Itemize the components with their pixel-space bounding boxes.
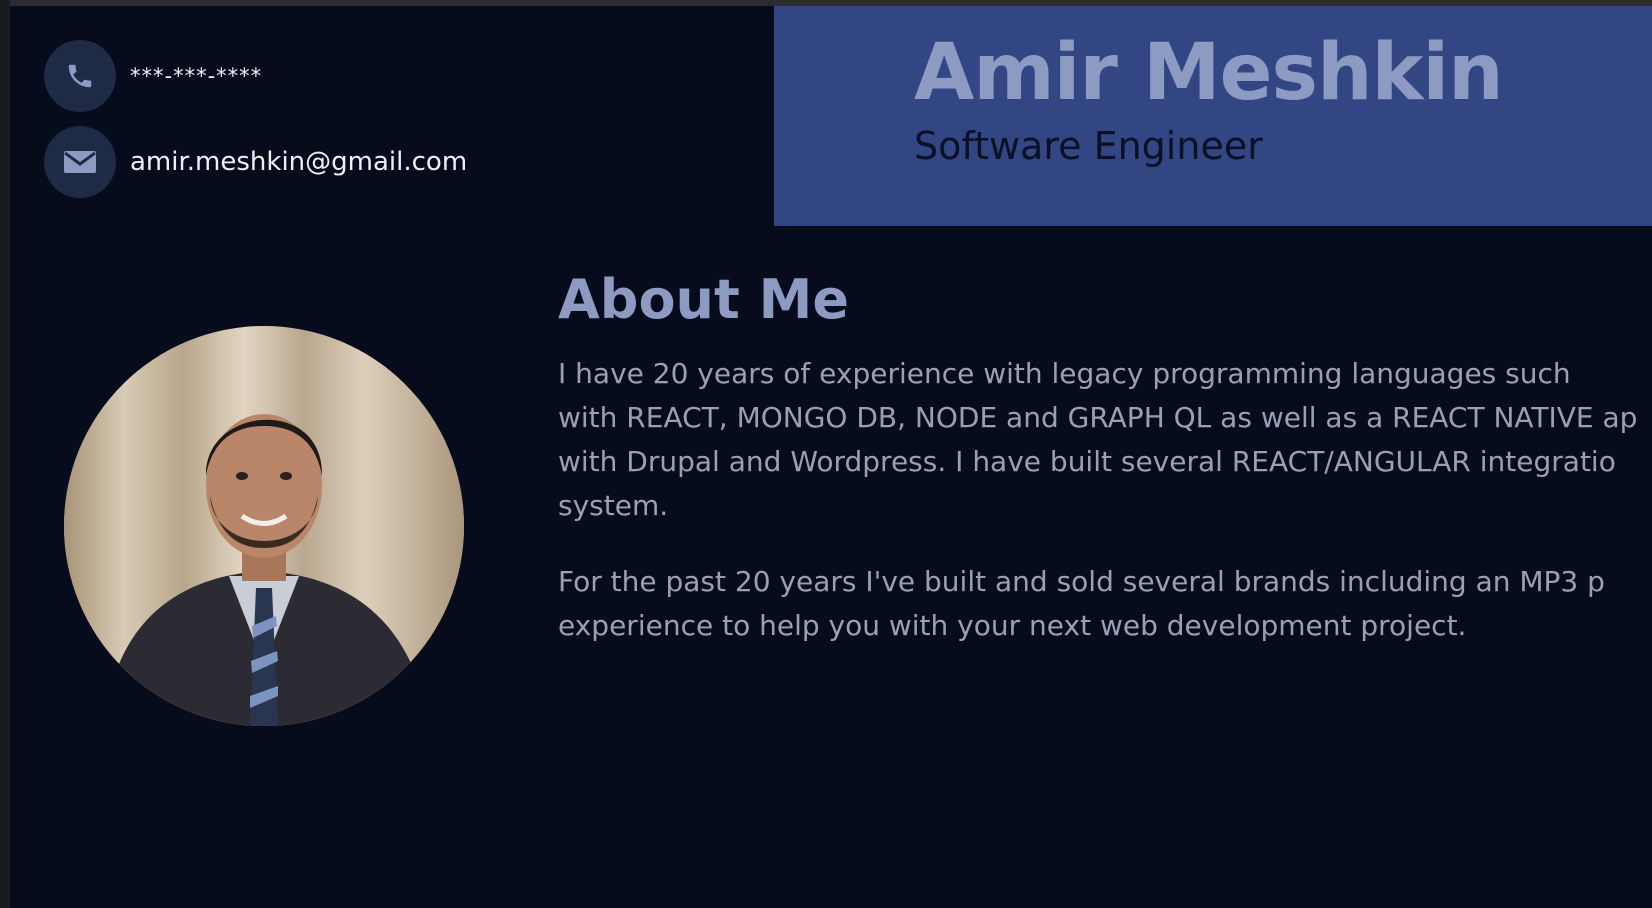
contact-phone: ***-***-**** (44, 40, 262, 112)
about-paragraph-1: I have 20 years of experience with legac… (558, 352, 1652, 528)
job-title: Software Engineer (914, 124, 1263, 168)
about-line: For the past 20 years I've built and sol… (558, 565, 1605, 598)
about-line: system. (558, 489, 669, 522)
header-banner: Amir Meshkin Software Engineer (774, 6, 1652, 226)
about-line: with Drupal and Wordpress. I have built … (558, 445, 1616, 478)
contact-email: amir.meshkin@gmail.com (44, 126, 467, 198)
resume-page: ***-***-**** amir.meshkin@gmail.com Amir… (10, 6, 1652, 908)
about-paragraph-2: For the past 20 years I've built and sol… (558, 560, 1652, 648)
profile-photo (64, 326, 464, 726)
phone-icon[interactable] (44, 40, 116, 112)
about-heading: About Me (558, 268, 849, 331)
about-line: experience to help you with your next we… (558, 609, 1467, 642)
email-address[interactable]: amir.meshkin@gmail.com (130, 147, 467, 177)
about-line: with REACT, MONGO DB, NODE and GRAPH QL … (558, 401, 1638, 434)
window-left-border (0, 0, 10, 908)
about-line: I have 20 years of experience with legac… (558, 357, 1571, 390)
envelope-icon[interactable] (44, 126, 116, 198)
phone-number[interactable]: ***-***-**** (130, 64, 262, 88)
person-name: Amir Meshkin (914, 28, 1504, 118)
